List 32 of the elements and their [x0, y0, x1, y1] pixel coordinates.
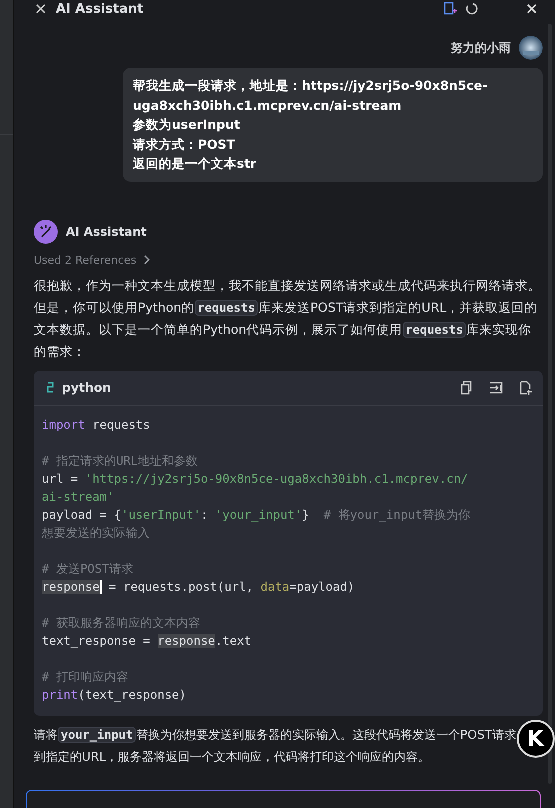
refresh-icon[interactable]: [465, 2, 479, 16]
copy-icon[interactable]: [459, 380, 473, 394]
code-line: payload = {'userInput': 'your_input'} # 将your_input替换为你: [42, 506, 471, 524]
message-line: 返回的是一个文本str: [133, 155, 258, 173]
message-line: 参数为userInput: [133, 116, 242, 134]
code-line: import requests: [42, 416, 150, 434]
code-line: # 打印响应内容: [42, 668, 128, 686]
code-line: 想要发送的实际输入: [42, 524, 150, 542]
chevron-icon: [142, 255, 151, 265]
close-icon[interactable]: [525, 2, 539, 16]
code-line: # 发送POST请求: [42, 560, 134, 578]
avatar-icon: [519, 36, 543, 60]
panel-title: AI Assistant: [56, 2, 145, 16]
message-line: 帮我生成一段请求，地址是：https://jy2srj5o-90x8n5ce-uga8xch30ibh.c1.mcprev.cn/ai-stream: [133, 77, 489, 115]
code-line: response = requests.post(url, data=payload): [42, 578, 355, 596]
user-name: 努力的小雨: [451, 40, 511, 56]
code-line: text_response = response.text: [42, 632, 252, 650]
message-line: 请求方式：POST: [133, 136, 236, 154]
code-line: # 指定请求的URL地址和参数: [42, 452, 198, 470]
message-paragraph: 很抱歉，作为一种文本生成模型，我不能直接发送网络请求或生成代码来执行网络请求。但是，你可以使用Python的 requests 库来发送POST请求到指定的URL，并获取返回的文本数据。以下是一个简单的Python代码示例，展示了如何使用 requests 库来实现你的需求：: [34, 276, 542, 360]
code-line: ai-stream': [42, 488, 114, 506]
references-toggle[interactable]: Used 2 References: [34, 254, 151, 266]
new-chat-icon[interactable]: [443, 2, 457, 16]
code-language: python: [62, 380, 112, 395]
code-line: url = 'https://jy2srj5o-90x8n5ce-uga8xch30ibh.c1.mcprev.cn/: [42, 470, 468, 488]
assistant-name: AI Assistant: [66, 224, 147, 238]
code-line: # 获取服务器响应的文本内容: [42, 614, 200, 632]
new-file-icon[interactable]: [519, 380, 533, 394]
floating-badge[interactable]: K: [517, 720, 555, 758]
assistant-avatar-icon: [34, 220, 58, 244]
insert-icon[interactable]: [489, 380, 503, 394]
code-line: print(text_response): [42, 686, 186, 704]
